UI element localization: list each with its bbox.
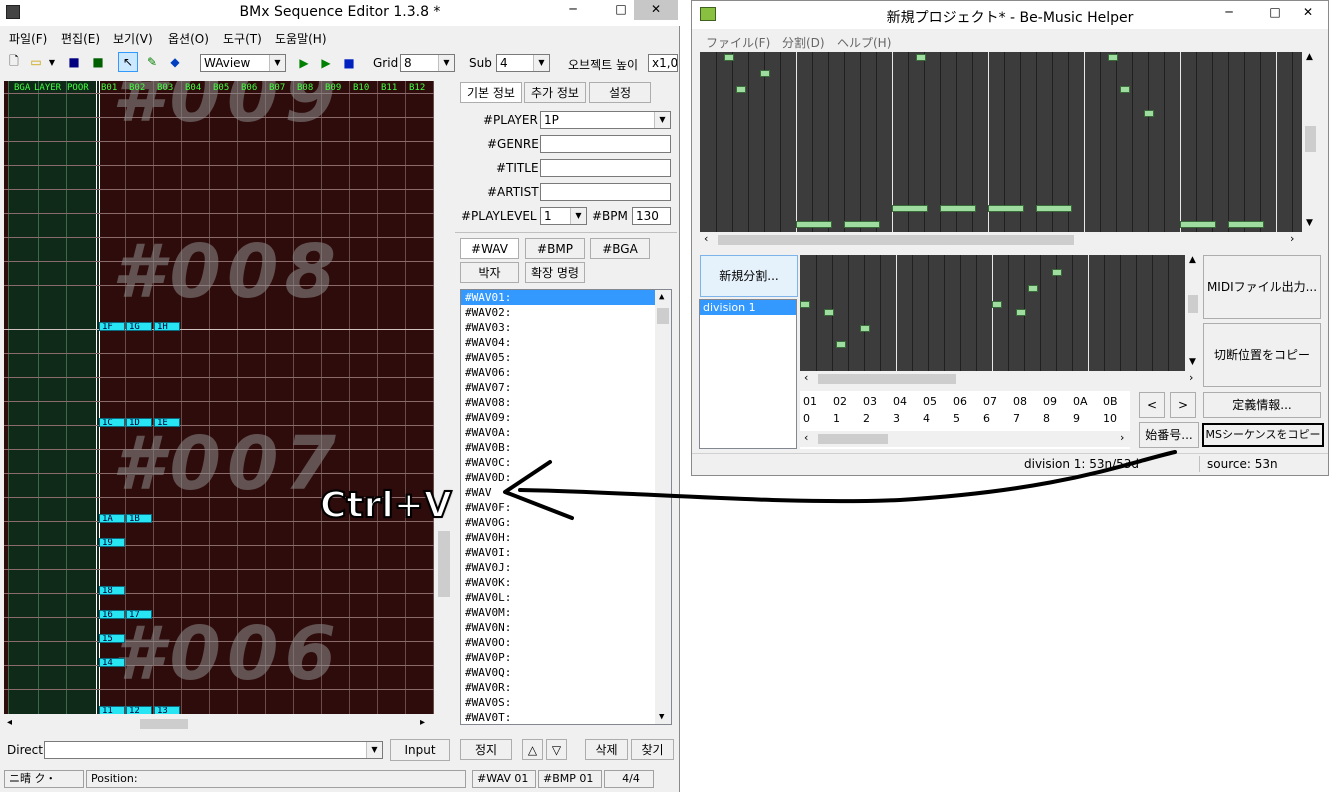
ctrl-v-label: Ctrl+V [319,484,453,527]
arrow-line [518,450,1177,504]
paste-arrow-annotation [503,450,1177,520]
